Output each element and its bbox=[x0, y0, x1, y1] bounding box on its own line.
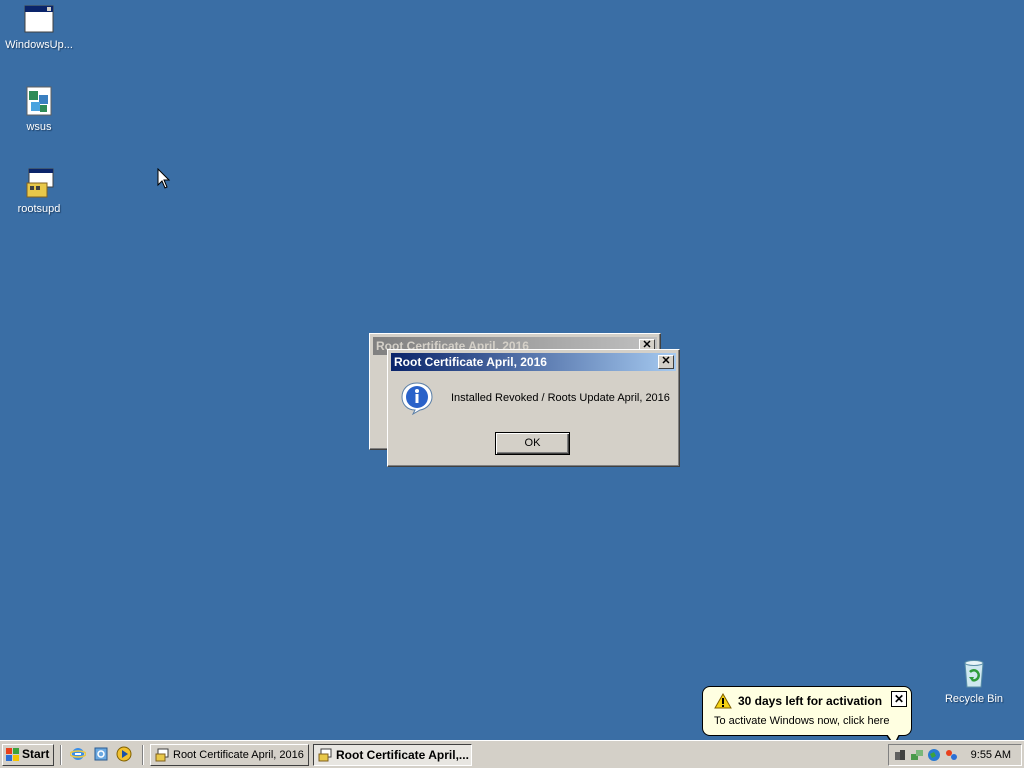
taskbar-task-background-window[interactable]: Root Certificate April, 2016 bbox=[150, 744, 309, 766]
desktop-icon-label: WindowsUp... bbox=[5, 39, 73, 51]
start-button[interactable]: Start bbox=[2, 744, 54, 766]
task-label: Root Certificate April, 2016 bbox=[173, 749, 304, 761]
dialog-title: Root Certificate April, 2016 bbox=[394, 355, 547, 369]
windows-logo-icon bbox=[6, 748, 19, 761]
balloon-close-button[interactable]: ✕ bbox=[891, 691, 907, 707]
start-label: Start bbox=[22, 747, 50, 761]
close-button[interactable]: ✕ bbox=[658, 355, 674, 369]
ok-button[interactable]: OK bbox=[495, 432, 570, 455]
close-icon: ✕ bbox=[661, 355, 671, 367]
task-label: Root Certificate April,... bbox=[336, 748, 469, 762]
desktop: WindowsUp... wsus rootsupd Recycle Bin R… bbox=[0, 0, 1024, 747]
setup-program-icon bbox=[23, 167, 55, 199]
taskbar-separator bbox=[60, 745, 62, 765]
desktop-icon-recycle-bin[interactable]: Recycle Bin bbox=[936, 657, 1012, 706]
balloon-title: 30 days left for activation bbox=[738, 694, 883, 708]
media-player-icon[interactable] bbox=[116, 746, 132, 762]
desktop-icon-wsus[interactable]: wsus bbox=[1, 85, 77, 134]
internet-explorer-icon[interactable] bbox=[70, 746, 86, 762]
setup-program-icon bbox=[318, 748, 332, 762]
dialog-titlebar[interactable]: Root Certificate April, 2016 ✕ bbox=[391, 353, 676, 371]
security-icon[interactable] bbox=[944, 748, 958, 762]
network-icon[interactable] bbox=[910, 748, 924, 762]
info-icon bbox=[401, 382, 433, 415]
desktop-icon-label: rootsupd bbox=[17, 203, 61, 215]
desktop-icon-windowsupdate[interactable]: WindowsUp... bbox=[1, 3, 77, 52]
activation-balloon[interactable]: 30 days left for activation To activate … bbox=[702, 686, 912, 736]
dialog-message: Installed Revoked / Roots Update April, … bbox=[451, 392, 670, 404]
clock[interactable]: 9:55 AM bbox=[971, 745, 1011, 765]
balloon-link[interactable]: To activate Windows now, click here bbox=[714, 715, 889, 727]
taskbar: Start Root Certificate April, 2016 Root … bbox=[0, 740, 1024, 768]
installer-package-icon bbox=[23, 85, 55, 117]
close-icon: ✕ bbox=[893, 692, 905, 706]
desktop-icon-rootsupd[interactable]: rootsupd bbox=[1, 167, 77, 216]
outlook-express-icon[interactable] bbox=[93, 746, 109, 762]
warning-icon bbox=[714, 693, 732, 709]
mouse-cursor-icon bbox=[157, 168, 171, 189]
window-app-icon bbox=[23, 3, 55, 35]
recycle-bin-icon bbox=[958, 657, 990, 689]
message-dialog: Root Certificate April, 2016 ✕ Installed… bbox=[387, 349, 680, 467]
taskbar-separator bbox=[142, 745, 144, 765]
activation-keys-icon[interactable] bbox=[893, 748, 907, 762]
update-globe-icon[interactable] bbox=[927, 748, 941, 762]
desktop-icon-label: wsus bbox=[26, 121, 52, 133]
setup-program-icon bbox=[155, 748, 169, 762]
system-tray: 9:55 AM bbox=[888, 744, 1022, 766]
taskbar-task-dialog[interactable]: Root Certificate April,... bbox=[313, 744, 472, 766]
desktop-icon-label: Recycle Bin bbox=[944, 693, 1004, 705]
